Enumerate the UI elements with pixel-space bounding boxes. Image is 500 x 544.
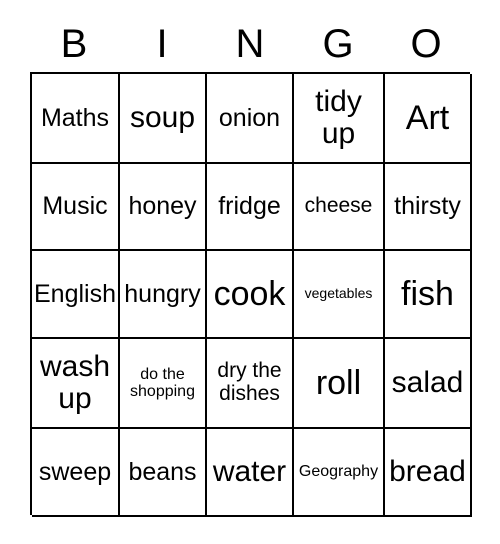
bingo-cell[interactable]: cook: [207, 251, 294, 339]
bingo-cell[interactable]: cheese: [294, 164, 385, 251]
bingo-cell-label: roll: [315, 363, 362, 402]
bingo-header-letter-i: I: [156, 22, 168, 66]
bingo-cell[interactable]: Maths: [32, 74, 120, 164]
bingo-cell-label: vegetables: [304, 285, 373, 302]
bingo-cell[interactable]: bread: [385, 429, 472, 517]
bingo-cell-label: Music: [42, 192, 108, 220]
bingo-header-letter-o: O: [410, 22, 442, 66]
bingo-cell-label: thirsty: [394, 192, 461, 220]
bingo-cell-label: onion: [218, 103, 281, 132]
bingo-grid: Maths soup onion tidy up Art Music honey…: [30, 72, 472, 517]
bingo-cell-label: Art: [405, 98, 450, 137]
bingo-cell-label: beans: [128, 457, 197, 486]
bingo-cell[interactable]: tidy up: [294, 74, 385, 164]
bingo-cell[interactable]: Art: [385, 74, 472, 164]
bingo-cell-label: fridge: [218, 192, 281, 220]
bingo-cell[interactable]: water: [207, 429, 294, 517]
bingo-cell[interactable]: sweep: [32, 429, 120, 517]
bingo-cell[interactable]: honey: [120, 164, 207, 251]
bingo-cell-label: hungry: [124, 279, 201, 308]
bingo-cell[interactable]: onion: [207, 74, 294, 164]
bingo-cell-label: cook: [213, 274, 286, 313]
bingo-cell[interactable]: salad: [385, 339, 472, 429]
bingo-cell-label: cheese: [304, 194, 373, 218]
bingo-cell-label: soup: [129, 100, 196, 134]
bingo-cell[interactable]: beans: [120, 429, 207, 517]
bingo-cell-label: do the shopping: [130, 365, 195, 400]
bingo-header-row: B I N G O: [30, 16, 470, 72]
bingo-cell[interactable]: vegetables: [294, 251, 385, 339]
bingo-cell-label: honey: [128, 192, 197, 220]
bingo-cell[interactable]: wash up: [32, 339, 120, 429]
bingo-cell[interactable]: soup: [120, 74, 207, 164]
bingo-header-letter-n: N: [235, 22, 265, 66]
bingo-cell-label: salad: [391, 365, 464, 399]
bingo-cell-label: English: [34, 279, 116, 308]
bingo-cell[interactable]: hungry: [120, 251, 207, 339]
bingo-cell-label: sweep: [38, 457, 112, 486]
bingo-cell-label: water: [212, 454, 287, 488]
bingo-cell-label: tidy up: [315, 84, 362, 150]
bingo-header-letter-g: G: [322, 22, 354, 66]
bingo-cell[interactable]: do the shopping: [120, 339, 207, 429]
bingo-card: B I N G O Maths soup onion tidy up Art M…: [0, 0, 500, 544]
bingo-cell[interactable]: Geography: [294, 429, 385, 517]
bingo-cell[interactable]: roll: [294, 339, 385, 429]
bingo-cell[interactable]: thirsty: [385, 164, 472, 251]
bingo-cell-label: bread: [389, 454, 466, 488]
bingo-header-letter-b: B: [60, 22, 88, 66]
bingo-cell-label: dry the dishes: [217, 359, 282, 405]
bingo-cell[interactable]: fish: [385, 251, 472, 339]
bingo-cell-label: Geography: [298, 463, 379, 481]
bingo-cell[interactable]: English: [32, 251, 120, 339]
bingo-cell[interactable]: dry the dishes: [207, 339, 294, 429]
bingo-cell[interactable]: fridge: [207, 164, 294, 251]
bingo-cell-label: Maths: [40, 103, 110, 132]
bingo-cell[interactable]: Music: [32, 164, 120, 251]
bingo-cell-label: wash up: [39, 349, 111, 415]
bingo-cell-label: fish: [401, 274, 454, 313]
